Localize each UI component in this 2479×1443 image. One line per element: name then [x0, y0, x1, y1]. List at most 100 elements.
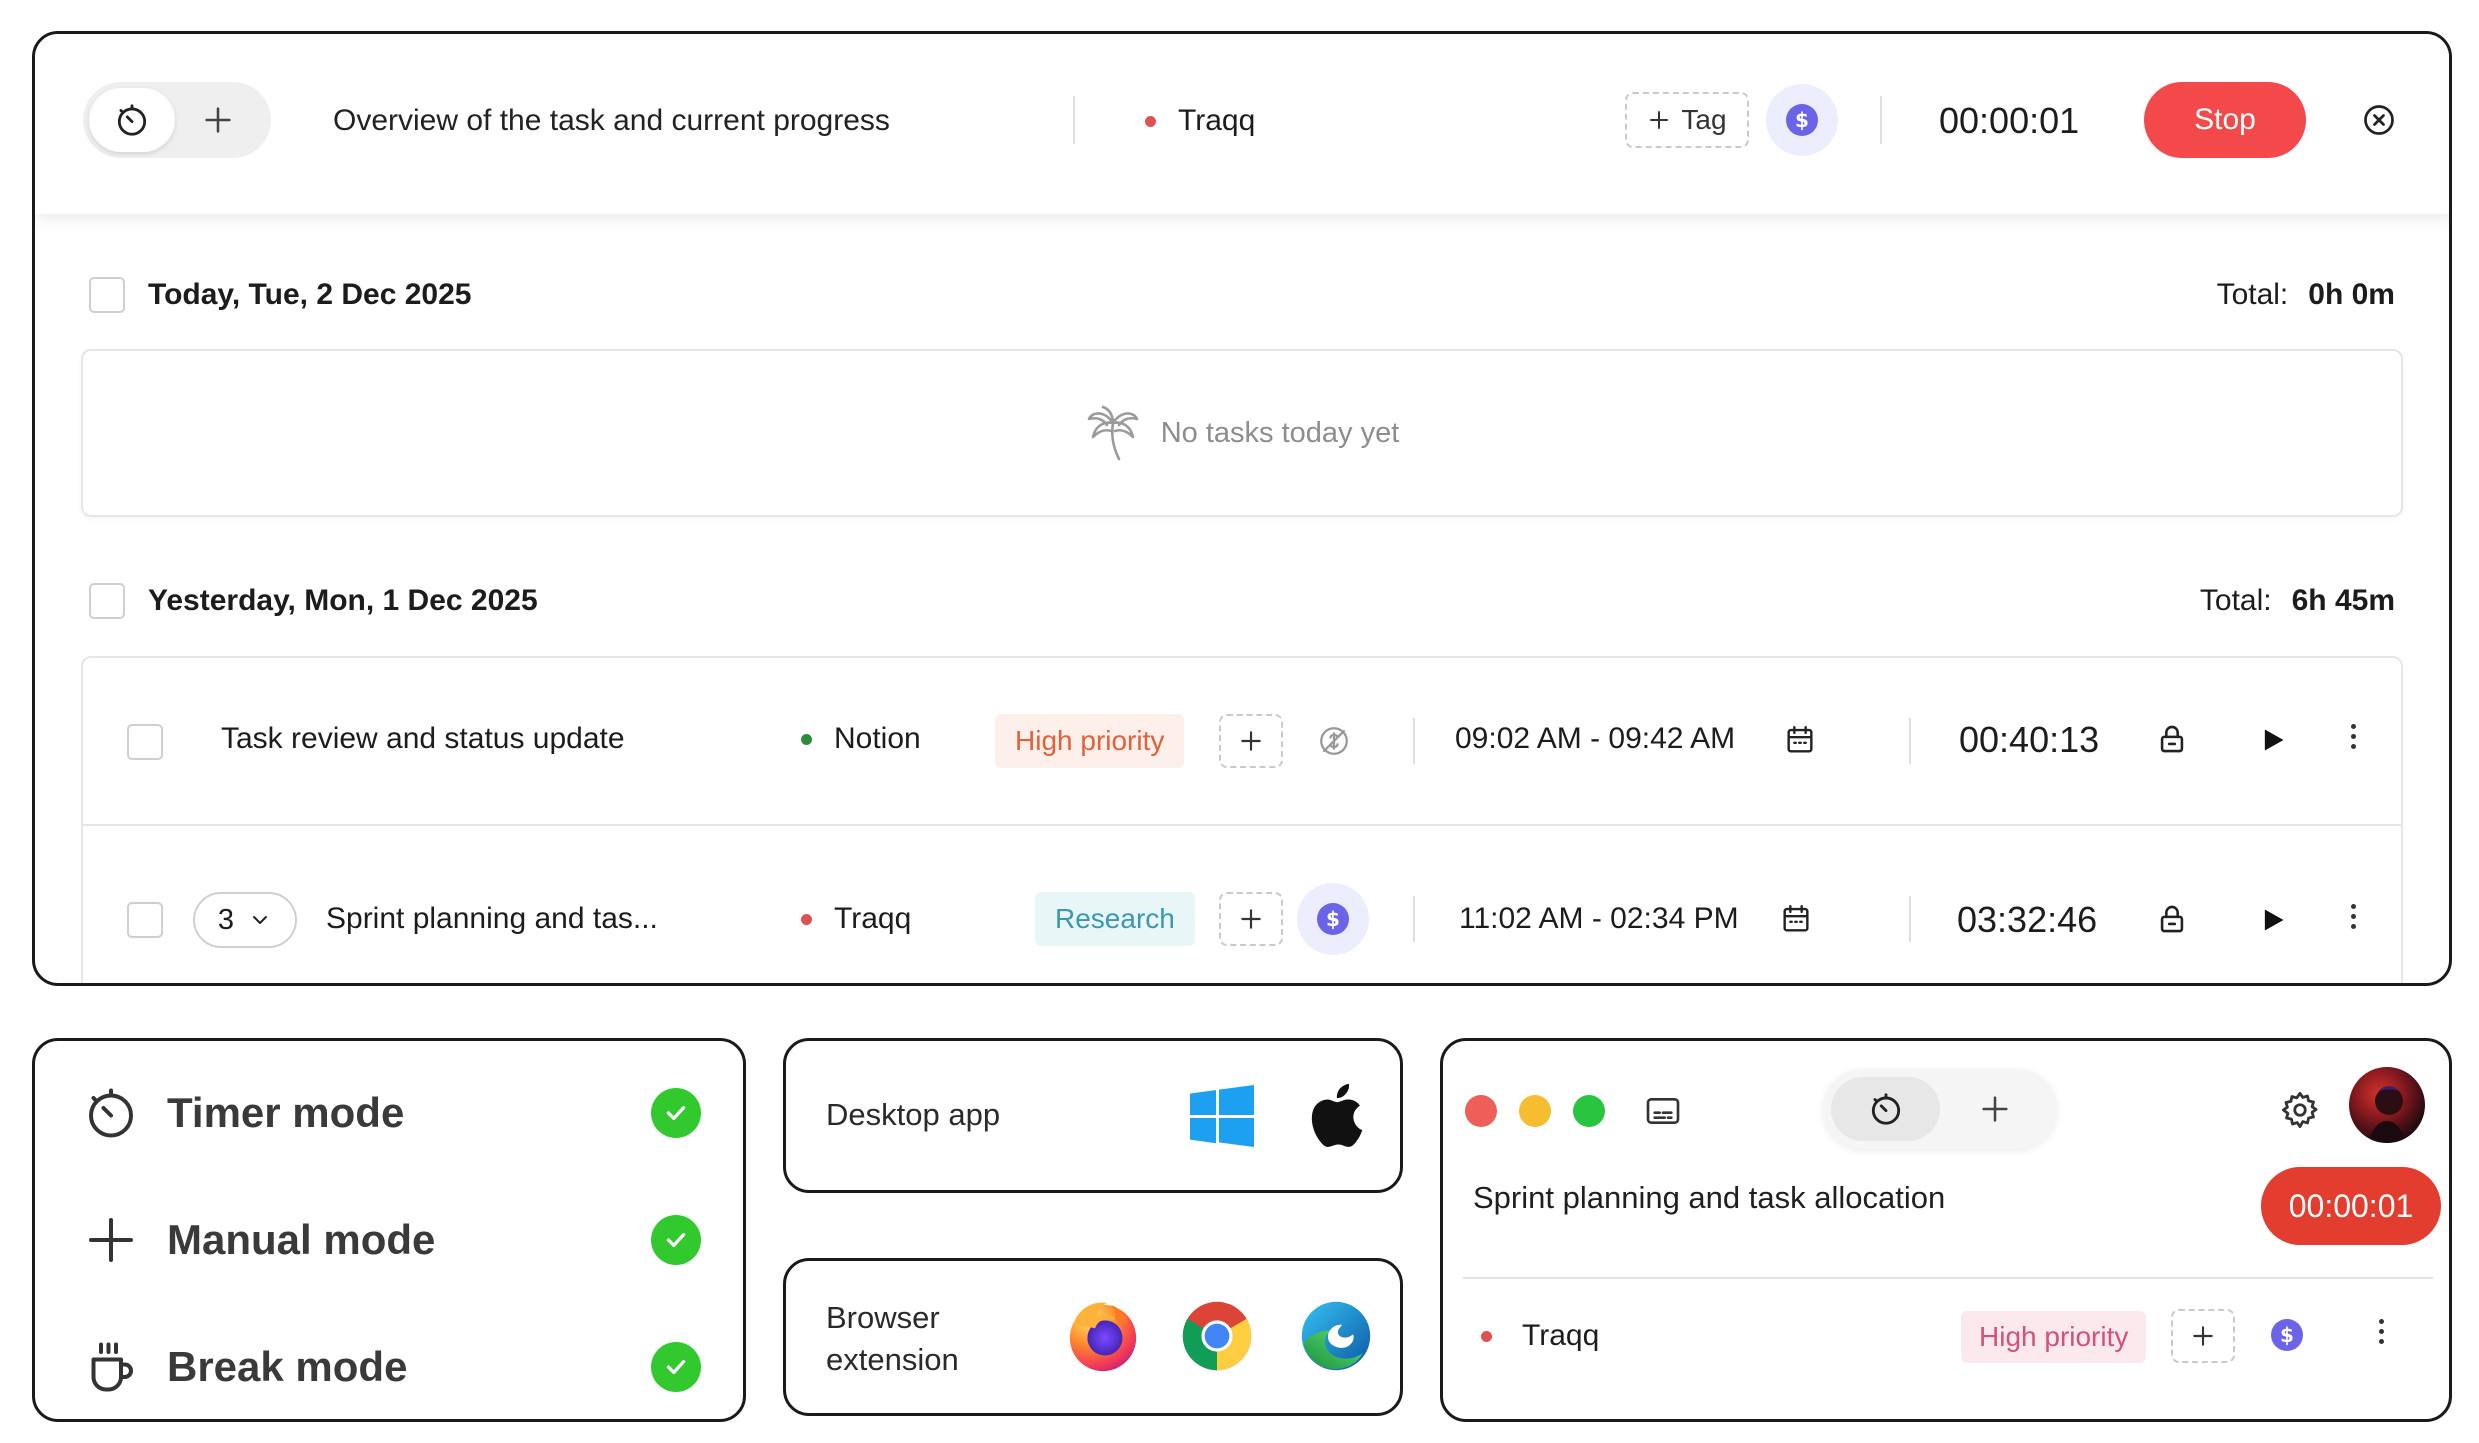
add-tag-button[interactable]: Tag [1625, 92, 1749, 148]
window-minimize-button[interactable] [1519, 1095, 1551, 1127]
project-dot [1481, 1330, 1492, 1342]
compact-view-button[interactable] [1643, 1091, 1683, 1131]
timer-mode-toggle[interactable] [1831, 1077, 1940, 1141]
time-range[interactable]: 09:02 AM - 09:42 AM [1455, 714, 1735, 764]
add-tag-button[interactable] [2171, 1309, 2235, 1363]
settings-button[interactable] [2279, 1089, 2321, 1131]
plus-icon [1241, 909, 1261, 929]
desktop-app-label: Desktop app [826, 1097, 1001, 1132]
chrome-icon[interactable] [1179, 1298, 1255, 1374]
time-range[interactable]: 11:02 AM - 02:34 PM [1459, 894, 1739, 944]
entry-project[interactable]: Notion [801, 714, 921, 764]
billable-toggle[interactable]: $ [2271, 1319, 2303, 1351]
empty-state-text: No tasks today yet [1160, 416, 1400, 449]
window-maximize-button[interactable] [1573, 1095, 1605, 1127]
select-day-checkbox[interactable] [89, 277, 125, 313]
discard-button[interactable] [2361, 102, 2397, 138]
browser-label-line1: Browser [826, 1300, 940, 1335]
total-label: Total: [2216, 278, 2289, 311]
tag-badge[interactable]: Research [1035, 892, 1195, 946]
billable-toggle[interactable] [1317, 724, 1351, 758]
project-dot [801, 913, 812, 925]
entry-duration[interactable]: 00:40:13 [1959, 712, 2099, 768]
project-label: Notion [834, 722, 921, 755]
mini-project[interactable]: Traqq [1481, 1311, 1599, 1361]
mode-label: Manual mode [167, 1216, 436, 1263]
lock-icon [2160, 905, 2184, 933]
tag-badge[interactable]: High priority [995, 714, 1185, 768]
lock-button[interactable] [2155, 722, 2189, 756]
table-row[interactable]: 3 Sprint planning and tas... Traqq Resea… [83, 826, 2401, 983]
more-icon[interactable] [2379, 1319, 2384, 1344]
mode-row-break: Break mode [81, 1335, 701, 1399]
mode-row-timer: Timer mode [81, 1081, 701, 1145]
manual-mode-toggle[interactable] [1940, 1077, 2049, 1141]
caption-icon [1646, 1098, 1680, 1124]
main-tracker-panel: Overview of the task and current progres… [32, 31, 2452, 986]
timer-bar: Overview of the task and current progres… [35, 34, 2449, 214]
billable-toggle[interactable]: $ [1766, 84, 1838, 156]
select-day-checkbox[interactable] [89, 583, 125, 619]
total-value: 0h 0m [2308, 278, 2395, 311]
group-count-toggle[interactable]: 3 [193, 892, 297, 948]
timer-icon [1871, 1093, 1900, 1125]
tag-badge[interactable]: High priority [1961, 1311, 2147, 1363]
tag-button-label: Tag [1681, 104, 1727, 135]
manual-mode-toggle[interactable] [175, 88, 261, 152]
day-total: Total: 0h 0m [2217, 274, 2395, 316]
mini-task-title[interactable]: Sprint planning and task allocation [1473, 1173, 1945, 1223]
mode-toggle [1823, 1069, 2057, 1149]
day-heading: Yesterday, Mon, 1 Dec 2025 [148, 584, 538, 617]
window-close-button[interactable] [1465, 1095, 1497, 1127]
table-row[interactable]: Task review and status update Notion Hig… [83, 658, 2401, 826]
check-icon [651, 1088, 701, 1138]
stop-button[interactable]: Stop [2144, 82, 2306, 158]
entry-project[interactable]: Traqq [801, 894, 911, 944]
entry-title[interactable]: Task review and status update [221, 714, 625, 764]
resume-button[interactable] [2259, 726, 2287, 754]
mini-timer-badge[interactable]: 00:00:01 [2261, 1167, 2441, 1245]
divider [1909, 718, 1911, 764]
task-description-input[interactable]: Overview of the task and current progres… [333, 96, 890, 146]
plus-icon [1241, 731, 1261, 751]
date-picker-button[interactable] [1783, 723, 1817, 757]
resume-button[interactable] [2259, 906, 2287, 934]
coffee-icon [91, 1342, 133, 1392]
firefox-icon[interactable] [1064, 1297, 1142, 1375]
divider [1463, 1277, 2433, 1279]
billable-toggle[interactable]: $ [1297, 883, 1369, 955]
entry-duration[interactable]: 03:32:46 [1957, 892, 2097, 948]
entry-checkbox[interactable] [127, 902, 163, 938]
lock-icon [2160, 725, 2184, 753]
total-label: Total: [2199, 584, 2272, 617]
windows-icon[interactable] [1190, 1085, 1254, 1147]
entry-title[interactable]: Sprint planning and tas... [326, 894, 658, 944]
browser-extension-panel: Browser extension [783, 1258, 1403, 1416]
avatar[interactable] [2349, 1067, 2425, 1143]
apple-icon[interactable] [1306, 1081, 1364, 1149]
timer-mode-toggle[interactable] [89, 88, 175, 152]
project-label: Traqq [834, 902, 912, 935]
more-icon[interactable] [2351, 724, 2356, 749]
timer-icon [89, 1088, 133, 1138]
entries-list: Task review and status update Notion Hig… [81, 656, 2403, 983]
add-tag-button[interactable] [1219, 892, 1283, 946]
group-count: 3 [217, 903, 235, 936]
tag-label: Research [1055, 903, 1175, 934]
lock-button[interactable] [2155, 902, 2189, 936]
check-icon [651, 1342, 701, 1392]
more-icon[interactable] [2351, 904, 2356, 929]
entry-checkbox[interactable] [127, 724, 163, 760]
divider [1073, 96, 1075, 144]
project-selector[interactable]: Traqq [1145, 96, 1255, 146]
divider [1413, 896, 1415, 942]
check-icon [651, 1215, 701, 1265]
mode-label: Timer mode [167, 1089, 405, 1136]
edge-icon[interactable] [1298, 1298, 1374, 1374]
date-picker-button[interactable] [1779, 902, 1813, 936]
day-heading: Today, Tue, 2 Dec 2025 [148, 278, 472, 311]
project-label: Traqq [1522, 1319, 1600, 1352]
add-tag-button[interactable] [1219, 714, 1283, 768]
palm-tree-icon [1087, 405, 1139, 461]
play-icon [2264, 909, 2284, 931]
